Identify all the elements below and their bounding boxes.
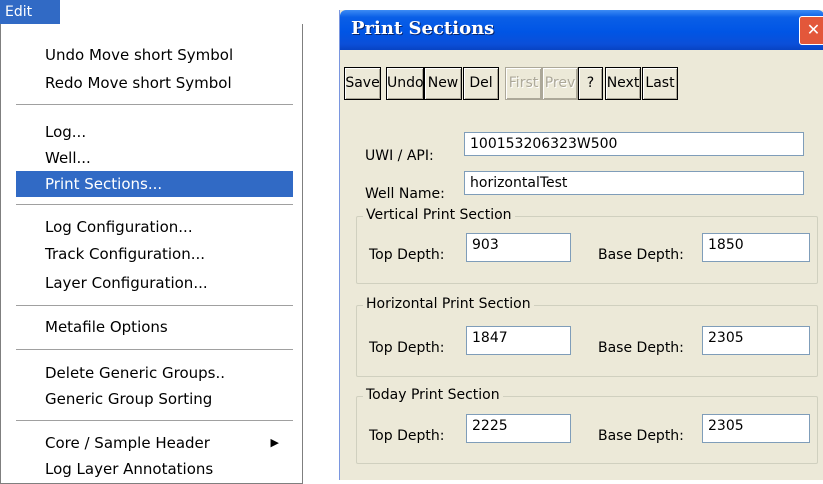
menu-separator bbox=[16, 204, 293, 206]
uwi-api-field[interactable]: 100153206323W500 bbox=[464, 132, 804, 156]
close-icon[interactable]: ✕ bbox=[799, 16, 823, 45]
menu-item-well[interactable]: Well... bbox=[16, 145, 293, 171]
dialog-title-bar[interactable]: Print Sections ✕ bbox=[340, 10, 823, 50]
menu-item-delete-generic-groups[interactable]: Delete Generic Groups.. bbox=[16, 360, 293, 386]
help-button[interactable]: ? bbox=[578, 67, 603, 100]
dialog-title: Print Sections bbox=[351, 18, 495, 39]
menu-item-undo[interactable]: Undo Move short Symbol bbox=[16, 42, 293, 68]
top-depth-label: Top Depth: bbox=[369, 340, 445, 356]
menu-separator bbox=[16, 349, 293, 351]
menu-item-label: Core / Sample Header bbox=[45, 434, 210, 452]
menu-item-track-configuration[interactable]: Track Configuration... bbox=[16, 241, 293, 267]
print-sections-dialog: Print Sections ✕ Save Undo New Del First… bbox=[339, 10, 823, 480]
vertical-base-depth-field[interactable]: 1850 bbox=[702, 233, 810, 262]
menu-item-redo[interactable]: Redo Move short Symbol bbox=[16, 70, 293, 96]
base-depth-label: Base Depth: bbox=[598, 428, 684, 444]
vertical-top-depth-field[interactable]: 903 bbox=[466, 233, 571, 262]
horizontal-top-depth-field[interactable]: 1847 bbox=[466, 326, 571, 355]
menu-item-generic-group-sorting[interactable]: Generic Group Sorting bbox=[16, 386, 293, 412]
well-name-label: Well Name: bbox=[365, 186, 445, 202]
uwi-api-label: UWI / API: bbox=[365, 148, 434, 164]
menu-edit[interactable]: Edit bbox=[0, 0, 60, 24]
top-depth-label: Top Depth: bbox=[369, 428, 445, 444]
menu-item-core-sample-header[interactable]: Core / Sample Header ▶ bbox=[16, 430, 293, 456]
well-name-field[interactable]: horizontalTest bbox=[464, 171, 804, 195]
menu-item-log[interactable]: Log... bbox=[16, 119, 293, 145]
last-button[interactable]: Last bbox=[642, 67, 678, 100]
menu-separator bbox=[16, 104, 293, 106]
next-button[interactable]: Next bbox=[605, 67, 641, 100]
save-button[interactable]: Save bbox=[344, 67, 381, 100]
menu-item-metafile-options[interactable]: Metafile Options bbox=[16, 314, 293, 340]
new-button[interactable]: New bbox=[424, 67, 462, 100]
prev-button[interactable]: Prev bbox=[542, 67, 578, 100]
menu-separator bbox=[16, 420, 293, 422]
first-button[interactable]: First bbox=[505, 67, 542, 100]
menu-separator bbox=[16, 305, 293, 307]
menu-item-layer-configuration[interactable]: Layer Configuration... bbox=[16, 270, 293, 296]
menu-item-log-configuration[interactable]: Log Configuration... bbox=[16, 214, 293, 240]
menu-item-print-sections[interactable]: Print Sections... bbox=[16, 171, 293, 197]
undo-button[interactable]: Undo bbox=[386, 67, 424, 100]
menu-item-log-layer-annotations[interactable]: Log Layer Annotations bbox=[16, 456, 293, 482]
delete-button[interactable]: Del bbox=[463, 67, 499, 100]
group-title: Today Print Section bbox=[363, 387, 503, 403]
base-depth-label: Base Depth: bbox=[598, 247, 684, 263]
group-title: Horizontal Print Section bbox=[363, 296, 534, 312]
group-title: Vertical Print Section bbox=[363, 207, 515, 223]
base-depth-label: Base Depth: bbox=[598, 340, 684, 356]
top-depth-label: Top Depth: bbox=[369, 247, 445, 263]
today-top-depth-field[interactable]: 2225 bbox=[466, 414, 571, 443]
horizontal-base-depth-field[interactable]: 2305 bbox=[702, 326, 810, 355]
submenu-arrow-icon: ▶ bbox=[270, 436, 279, 449]
edit-dropdown-menu: Undo Move short Symbol Redo Move short S… bbox=[0, 24, 303, 484]
today-base-depth-field[interactable]: 2305 bbox=[702, 414, 810, 443]
